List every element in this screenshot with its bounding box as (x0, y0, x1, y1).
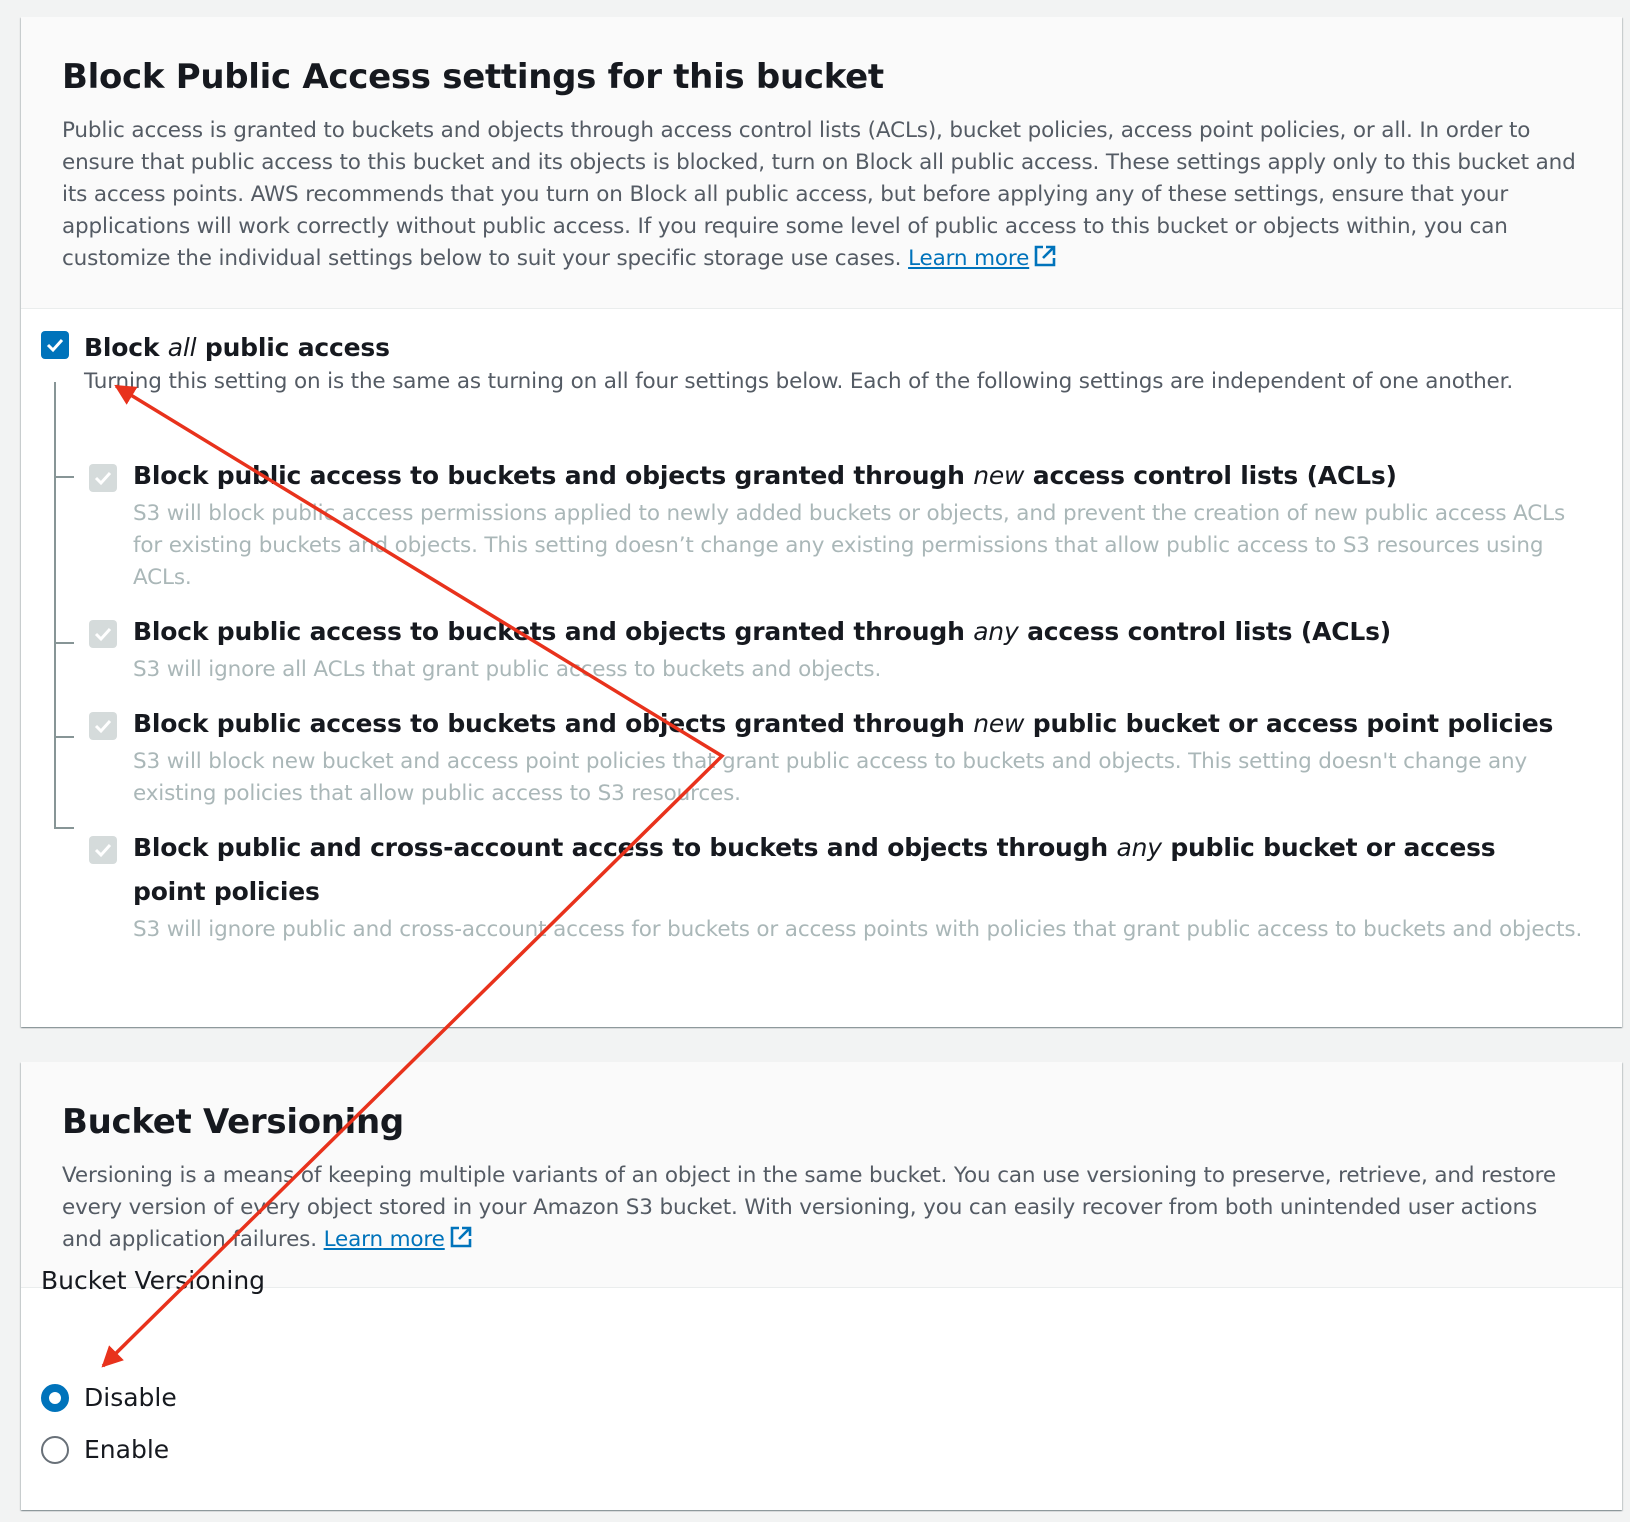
settings-tree-branch (54, 476, 74, 478)
label-part: Block public and cross-account access to… (133, 833, 1117, 862)
label-emphasis: new (973, 461, 1025, 490)
block-new-policies-description: S3 will block new bucket and access poin… (133, 749, 1528, 806)
label-part: Block public access to buckets and objec… (133, 617, 974, 646)
label-part: access control lists (ACLs) (1024, 461, 1397, 490)
block-new-acls-checkbox[interactable] (89, 464, 117, 492)
label-part: Block public access to buckets and objec… (133, 709, 974, 738)
block-all-public-access-checkbox[interactable] (41, 331, 69, 359)
learn-more-label: Learn more (323, 1227, 445, 1252)
disable-radio[interactable] (41, 1384, 69, 1412)
bucket-versioning-header: Bucket Versioning Versioning is a means … (21, 1062, 1622, 1288)
enable-radio[interactable] (41, 1436, 69, 1464)
bucket-versioning-description: Versioning is a means of keeping multipl… (62, 1160, 1581, 1259)
checkmark-icon (94, 471, 112, 486)
block-cross-account-checkbox[interactable] (89, 836, 117, 864)
block-public-access-description: Public access is granted to buckets and … (62, 115, 1581, 278)
external-link-icon (1033, 244, 1057, 278)
label-emphasis: any (1116, 833, 1162, 862)
settings-tree-branch (54, 736, 74, 738)
checkmark-icon (94, 719, 112, 734)
block-any-acls-description: S3 will ignore all ACLs that grant publi… (133, 657, 882, 682)
settings-tree-branch (54, 827, 74, 829)
block-new-policies-checkbox[interactable] (89, 712, 117, 740)
block-all-public-access-description: Turning this setting on is the same as t… (84, 369, 1514, 394)
checkmark-icon (46, 338, 64, 353)
label-part: public bucket or access point policies (1024, 709, 1554, 738)
block-any-acls-checkbox[interactable] (89, 620, 117, 648)
bucket-versioning-field-label: Bucket Versioning (41, 1266, 266, 1295)
block-public-access-header: Block Public Access settings for this bu… (21, 17, 1622, 309)
learn-more-label: Learn more (908, 246, 1030, 271)
settings-tree-line (54, 382, 56, 828)
checkmark-icon (94, 627, 112, 642)
block-all-public-access-label[interactable]: Block all public access (84, 326, 390, 370)
disable-radio-label[interactable]: Disable (84, 1376, 177, 1420)
label-part: public access (196, 333, 390, 362)
block-new-acls-label[interactable]: Block public access to buckets and objec… (133, 454, 1593, 498)
label-emphasis: new (973, 709, 1025, 738)
block-cross-account-description: S3 will ignore public and cross-account … (133, 917, 1583, 942)
block-public-access-title: Block Public Access settings for this bu… (62, 57, 884, 97)
block-any-acls-label[interactable]: Block public access to buckets and objec… (133, 610, 1593, 654)
checkmark-icon (94, 843, 112, 858)
block-new-policies-label[interactable]: Block public access to buckets and objec… (133, 702, 1593, 746)
learn-more-link-versioning[interactable]: Learn more (324, 1227, 445, 1252)
external-link-icon (449, 1225, 473, 1259)
label-part: Block public access to buckets and objec… (133, 461, 974, 490)
label-emphasis: all (167, 333, 197, 362)
settings-tree-branch (54, 642, 74, 644)
label-part: Block (84, 333, 168, 362)
label-part: access control lists (ACLs) (1018, 617, 1392, 646)
block-cross-account-label[interactable]: Block public and cross-account access to… (133, 826, 1573, 914)
block-public-access-description-text: Public access is granted to buckets and … (62, 118, 1576, 271)
bucket-versioning-title: Bucket Versioning (62, 1102, 404, 1142)
block-new-acls-description: S3 will block public access permissions … (133, 501, 1566, 590)
bucket-versioning-description-text: Versioning is a means of keeping multipl… (62, 1163, 1556, 1252)
enable-radio-label[interactable]: Enable (84, 1428, 169, 1472)
label-emphasis: any (973, 617, 1019, 646)
learn-more-link-bpa[interactable]: Learn more (908, 246, 1029, 271)
